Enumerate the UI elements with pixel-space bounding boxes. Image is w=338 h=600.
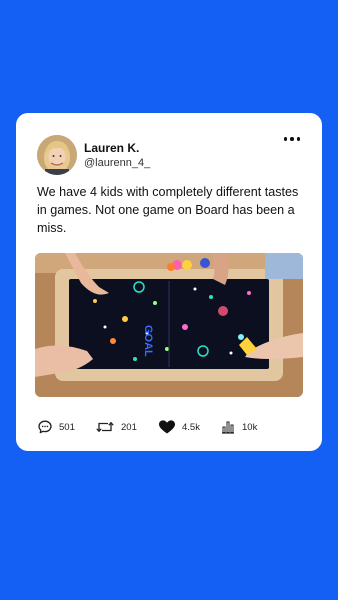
- repost-count: 201: [121, 421, 137, 433]
- reply-stat[interactable]: 501: [37, 419, 75, 435]
- more-icon[interactable]: [283, 137, 300, 141]
- repost-icon: [96, 421, 114, 433]
- stats-bar: 501 201 4.5k 10k: [37, 419, 307, 439]
- comment-icon: [38, 420, 52, 434]
- author-handle[interactable]: @laurenn_4_: [84, 156, 150, 170]
- heart-icon: [159, 420, 175, 434]
- avatar[interactable]: [37, 135, 77, 175]
- repost-stat[interactable]: 201: [95, 419, 137, 435]
- like-stat[interactable]: 4.5k: [158, 419, 200, 435]
- avatar-image: [37, 135, 77, 175]
- goal-label: GOAL: [142, 325, 154, 357]
- post-text: We have 4 kids with completely different…: [37, 185, 299, 235]
- like-count: 4.5k: [182, 421, 200, 433]
- board-game-photo: GOAL: [35, 253, 303, 397]
- post-card: Lauren K. @laurenn_4_ We have 4 kids wit…: [16, 113, 322, 451]
- author-info: Lauren K. @laurenn_4_: [84, 141, 150, 170]
- views-icon: [222, 421, 234, 434]
- author-name[interactable]: Lauren K.: [84, 141, 150, 155]
- views-stat[interactable]: 10k: [220, 419, 257, 435]
- views-count: 10k: [242, 421, 258, 433]
- reply-count: 501: [59, 421, 75, 433]
- post-image[interactable]: GOAL: [35, 253, 303, 397]
